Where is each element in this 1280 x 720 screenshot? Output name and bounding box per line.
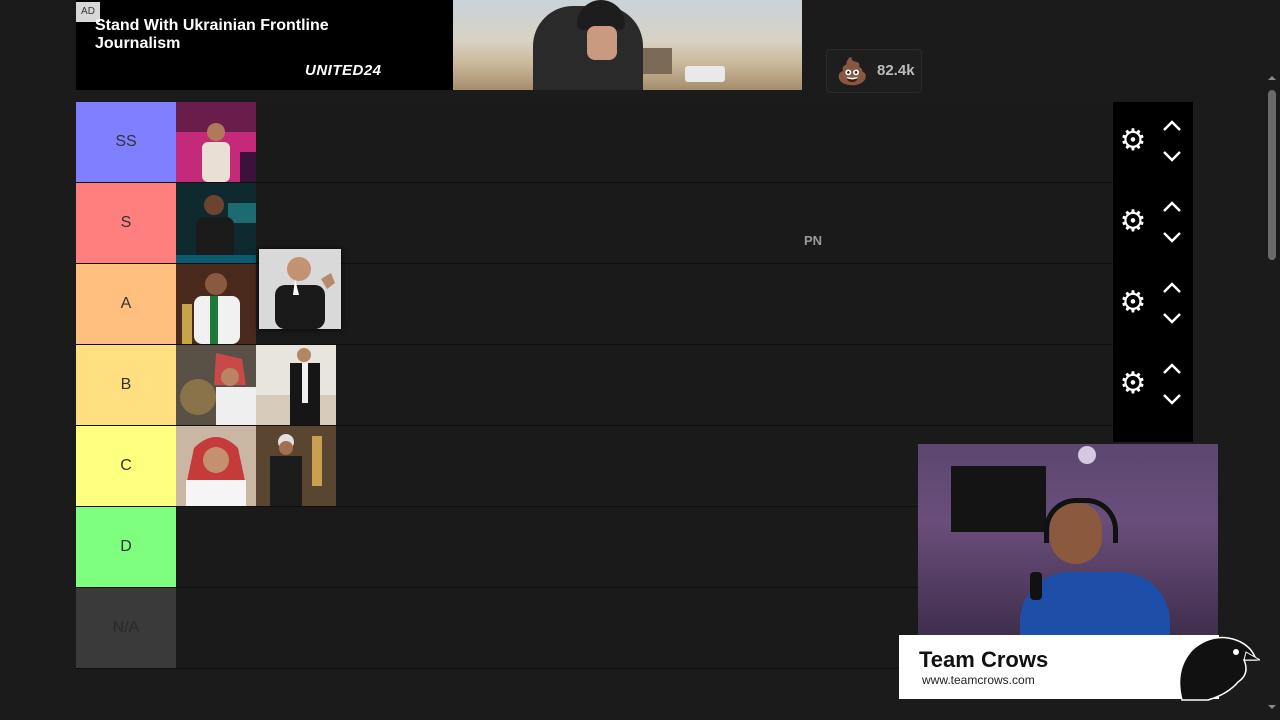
tier-item-image[interactable] [176, 183, 256, 263]
tier-label-ss: SS [76, 102, 176, 182]
tier-items-b[interactable] [176, 345, 1113, 425]
tier-row-b: B [76, 345, 1113, 426]
tier-item-image[interactable] [256, 426, 336, 506]
ad-photo [453, 0, 802, 90]
scroll-down-arrow-icon[interactable] [1268, 703, 1276, 711]
tier-item-image[interactable] [176, 264, 256, 344]
gear-icon[interactable]: ⚙ [1118, 126, 1148, 156]
tier-label-s: S [76, 183, 176, 263]
tier-controls: ⚙ ⚙ ⚙ ⚙ [1113, 102, 1193, 442]
chevron-down-icon[interactable] [1161, 148, 1183, 164]
tier-label-b: B [76, 345, 176, 425]
tier-controls-s: ⚙ [1113, 183, 1193, 263]
tier-row-s: S [76, 183, 1113, 264]
tier-row-a: A [76, 264, 1113, 345]
reaction-count: 82.4k [877, 62, 915, 79]
tier-items-ss[interactable] [176, 102, 1113, 182]
team-name: Team Crows [919, 647, 1049, 672]
tier-controls-b: ⚙ [1113, 345, 1193, 425]
tier-row-ss: SS [76, 102, 1113, 183]
gear-icon[interactable]: ⚙ [1118, 288, 1148, 318]
tier-item-image[interactable] [176, 102, 256, 182]
reaction-counter[interactable]: 💩 82.4k [826, 49, 922, 93]
tier-controls-ss: ⚙ [1113, 102, 1193, 182]
chevron-up-icon[interactable] [1161, 199, 1183, 215]
tier-label-d: D [76, 507, 176, 587]
tier-controls-a: ⚙ [1113, 264, 1193, 344]
tier-item-image[interactable] [176, 426, 256, 506]
chevron-up-icon[interactable] [1161, 361, 1183, 377]
chevron-down-icon[interactable] [1161, 229, 1183, 245]
crow-logo-icon [1178, 636, 1260, 701]
webcam-overlay [918, 444, 1218, 636]
ad-brand-logo: UNITED24 [305, 62, 382, 79]
team-banner: Team Crows www.teamcrows.com [899, 635, 1219, 699]
tier-item-image[interactable] [256, 345, 336, 425]
tier-label-c: C [76, 426, 176, 506]
chevron-down-icon[interactable] [1161, 391, 1183, 407]
ad-headline: Stand With Ukrainian Frontline Journalis… [95, 17, 329, 52]
tier-item-image[interactable] [176, 345, 256, 425]
tier-label-a: A [76, 264, 176, 344]
page-scrollbar-thumb[interactable] [1268, 90, 1276, 260]
scroll-up-arrow-icon[interactable] [1268, 74, 1276, 82]
chevron-up-icon[interactable] [1161, 280, 1183, 296]
chevron-up-icon[interactable] [1161, 118, 1183, 134]
advertisement-banner[interactable]: AD Stand With Ukrainian Frontline Journa… [76, 0, 802, 90]
team-url: www.teamcrows.com [922, 673, 1035, 687]
gear-icon[interactable]: ⚙ [1118, 207, 1148, 237]
poop-emoji-icon: 💩 [836, 56, 869, 86]
gear-icon[interactable]: ⚙ [1118, 369, 1148, 399]
floating-text: PN [804, 233, 823, 248]
tier-label-na: N/A [76, 588, 176, 668]
chevron-down-icon[interactable] [1161, 310, 1183, 326]
dragged-tier-item[interactable] [259, 249, 341, 329]
